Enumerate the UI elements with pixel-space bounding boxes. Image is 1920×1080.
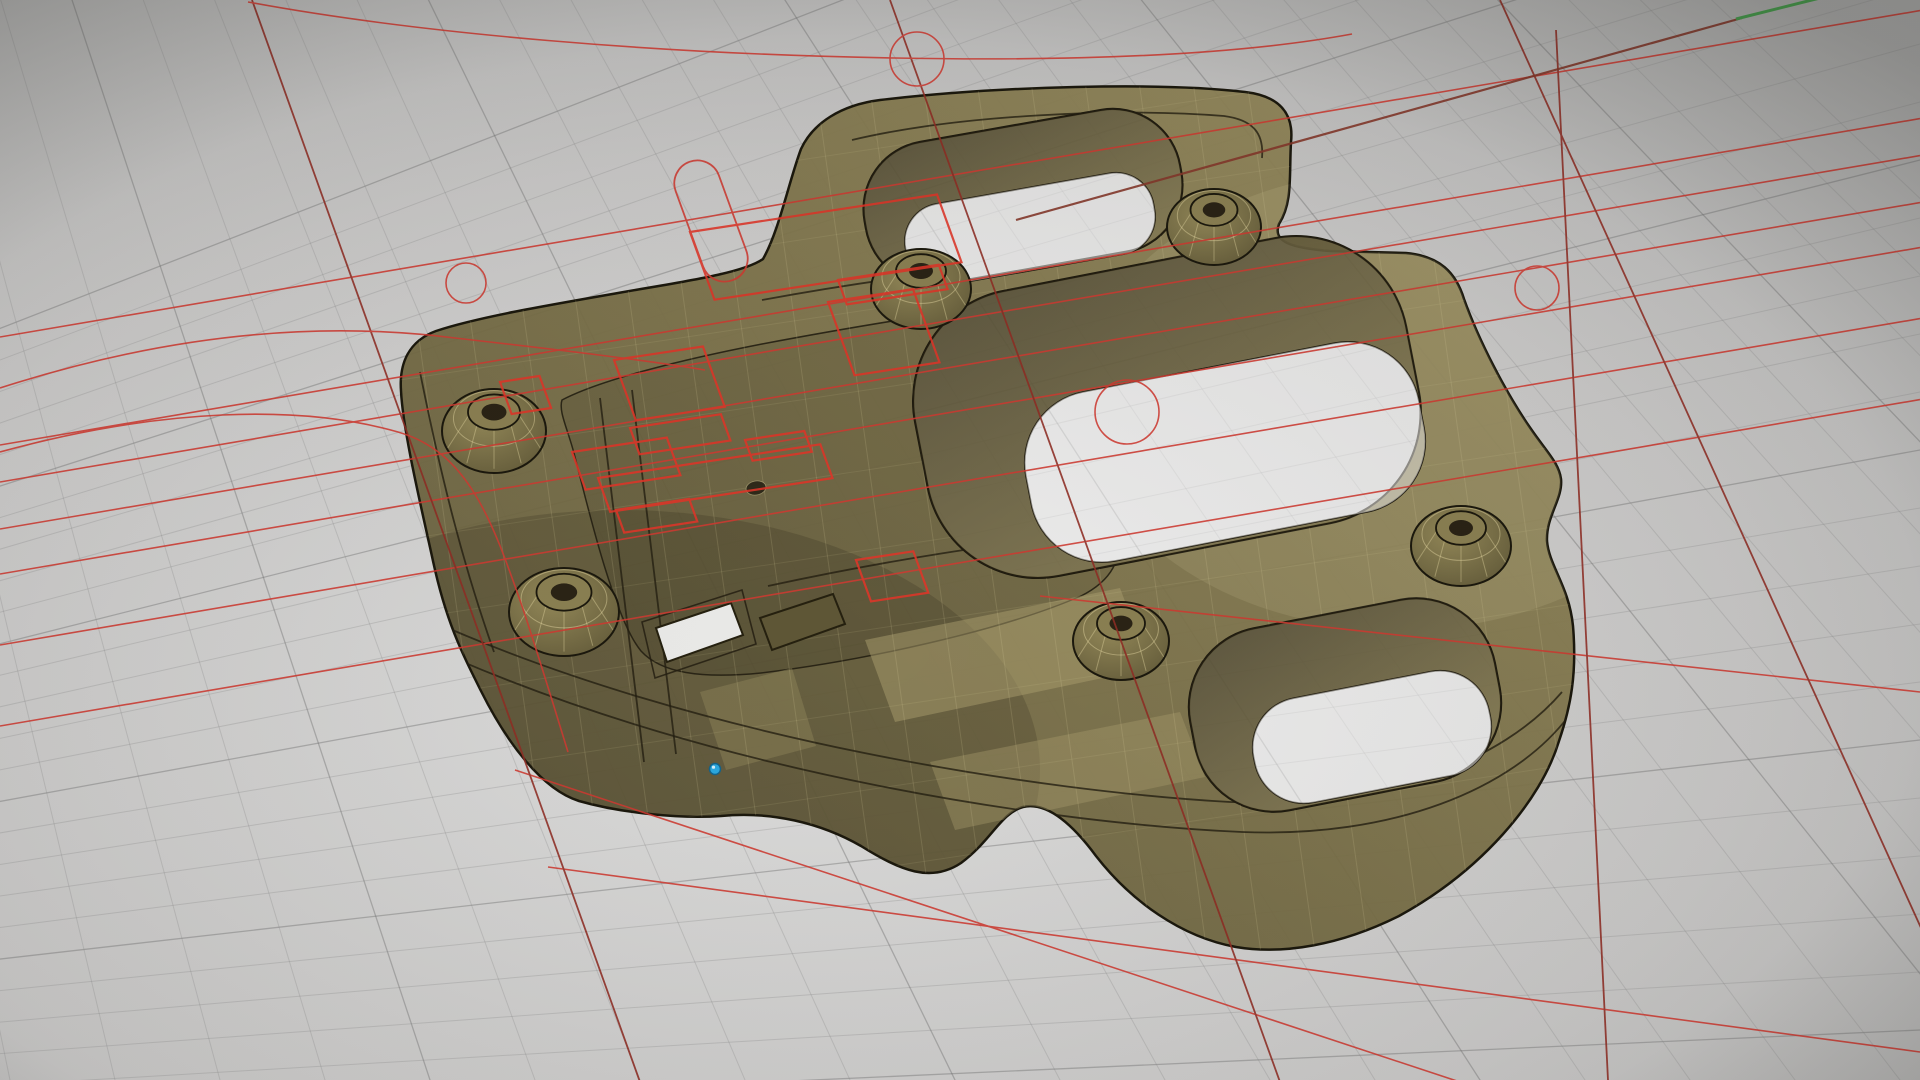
point-marker-dot[interactable] [710, 764, 721, 775]
standoff-boss[interactable] [1167, 189, 1261, 265]
boss-hole [1449, 520, 1473, 536]
standoff-boss[interactable] [509, 568, 619, 656]
point-marker-highlight [712, 766, 715, 769]
standoff-boss[interactable] [442, 389, 546, 473]
boss-hole [551, 583, 577, 601]
sketch-point-marker[interactable] [710, 764, 721, 775]
boss-hole [1203, 202, 1226, 217]
viewport-canvas[interactable] [0, 0, 1920, 1080]
cad-viewport-window[interactable] [0, 0, 1920, 1080]
boss-hole [482, 404, 507, 421]
standoff-boss[interactable] [1411, 506, 1511, 586]
